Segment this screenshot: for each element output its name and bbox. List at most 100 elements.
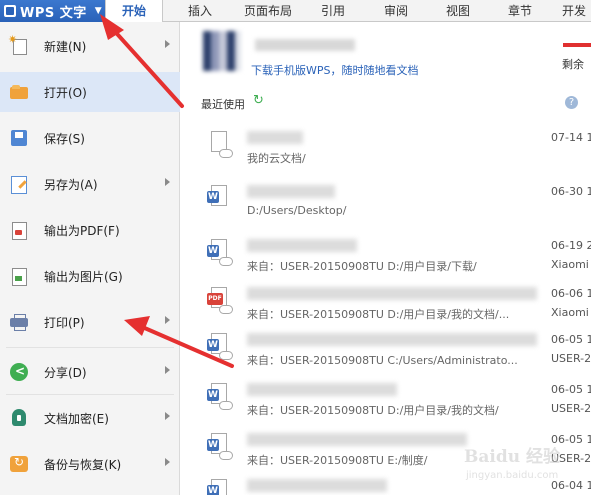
menu-item-export-pdf[interactable]: 输出为PDF(F) (0, 210, 180, 250)
file-source: USER-2 (551, 402, 591, 415)
tab-view[interactable]: 视图 (446, 0, 470, 22)
chevron-right-icon (165, 178, 170, 186)
file-name-blurred (247, 287, 537, 300)
file-name-blurred (247, 383, 397, 396)
word-document-icon: W (207, 479, 235, 495)
menu-item-label: 打开(O) (44, 85, 87, 100)
file-date: 06-05 1 (551, 383, 591, 396)
file-path: D:/Users/Desktop/ (247, 204, 347, 217)
file-path: 我的云文档/ (247, 152, 306, 165)
recent-file-row[interactable]: W 来自：USER-20150908TU D:/用户目录/下载/ 06-19 2… (181, 231, 591, 277)
save-icon (10, 129, 28, 147)
recent-file-row[interactable]: 我的云文档/ 07-14 1 (181, 123, 591, 169)
file-path: 来自：USER-20150908TU D:/用户目录/我的文档/... (247, 308, 510, 321)
save-as-icon (10, 175, 28, 194)
pdf-document-icon: PDF (207, 287, 235, 317)
file-name-blurred (247, 185, 335, 198)
new-document-icon (8, 33, 28, 55)
tab-home[interactable]: 开始 (105, 0, 163, 22)
menu-item-label: 分享(D) (44, 365, 87, 380)
app-menu-button[interactable]: WPS 文字 ▼ (0, 0, 105, 22)
refresh-icon[interactable]: ↻ (253, 94, 266, 107)
recent-files-panel: 下载手机版WPS，随时随地看文档 剩余 最近使用 ↻ ? 我的云文档/ 07-1… (181, 23, 591, 495)
chevron-right-icon (165, 412, 170, 420)
export-pdf-icon (10, 221, 28, 240)
backup-icon (10, 455, 28, 473)
recent-file-row[interactable]: PDF 来自：USER-20150908TU D:/用户目录/我的文档/... … (181, 279, 591, 325)
baidu-jingyan-watermark: Baidu 经验 jingyan.baidu.com (458, 436, 586, 492)
file-name-blurred (247, 239, 357, 252)
menu-item-save[interactable]: 保存(S) (0, 118, 180, 158)
watermark-text: Baidu 经验 (464, 447, 561, 467)
recent-file-row[interactable]: W 来自：USER-20150908TU D:/用户目录/我的文档/ 06-05… (181, 375, 591, 421)
file-menu: 新建(N) 打开(O) 保存(S) 另存为(A) 输出为PDF(F) 输出为图片… (0, 22, 180, 495)
recent-file-row[interactable]: W 来自：USER-20150908TU C:/Users/Administra… (181, 325, 591, 371)
recent-section-title: 最近使用 (201, 98, 245, 111)
file-source: Xiaomi (551, 258, 589, 271)
menu-item-label: 新建(N) (44, 39, 87, 54)
menu-item-label: 文档加密(E) (44, 411, 109, 426)
word-cloud-document-icon: W (207, 239, 235, 269)
chevron-right-icon (165, 366, 170, 374)
file-date: 06-05 1 (551, 333, 591, 346)
watermark-url: jingyan.baidu.com (466, 470, 559, 481)
menu-item-backup[interactable]: 备份与恢复(K) (0, 444, 180, 484)
chevron-right-icon (165, 40, 170, 48)
menu-item-label: 保存(S) (44, 131, 85, 146)
chevron-right-icon (165, 458, 170, 466)
file-name-blurred (247, 333, 537, 346)
tab-insert[interactable]: 插入 (188, 0, 212, 22)
file-path: 来自：USER-20150908TU D:/用户目录/我的文档/ (247, 404, 499, 417)
tab-references[interactable]: 引用 (321, 0, 345, 22)
menu-item-label: 另存为(A) (44, 177, 98, 192)
word-cloud-document-icon: W (207, 383, 235, 413)
menu-divider (6, 347, 174, 348)
file-date: 06-06 1 (551, 287, 591, 300)
file-date: 07-14 1 (551, 131, 591, 144)
file-path: 来自：USER-20150908TU C:/Users/Administrato… (247, 354, 518, 367)
file-path: 来自：USER-20150908TU E:/制度/ (247, 454, 428, 467)
file-source: Xiaomi (551, 306, 589, 319)
menu-item-label: 输出为PDF(F) (44, 223, 120, 238)
share-icon (10, 363, 28, 381)
export-image-icon (10, 267, 28, 286)
menu-item-save-as[interactable]: 另存为(A) (0, 164, 180, 204)
user-avatar (203, 31, 241, 71)
word-cloud-document-icon: W (207, 433, 235, 463)
menu-item-open[interactable]: 打开(O) (0, 72, 180, 112)
word-cloud-document-icon: W (207, 333, 235, 363)
tab-chapter[interactable]: 章节 (508, 0, 532, 22)
file-name-blurred (247, 131, 303, 144)
word-document-icon: W (207, 185, 235, 215)
menu-item-share[interactable]: 分享(D) (0, 352, 180, 392)
menu-item-new[interactable]: 新建(N) (0, 26, 180, 66)
menu-item-label: 备份与恢复(K) (44, 457, 122, 472)
file-name-blurred (247, 433, 467, 446)
tab-developer[interactable]: 开发工 (562, 0, 591, 40)
folder-open-icon (10, 83, 28, 101)
title-bar: WPS 文字 ▼ 开始 插入 页面布局 引用 审阅 视图 章节 开发工 (0, 0, 591, 40)
file-name-blurred (247, 479, 387, 492)
printer-icon (10, 313, 28, 331)
tab-review[interactable]: 审阅 (384, 0, 408, 22)
menu-divider (6, 394, 174, 395)
recent-file-row[interactable]: W D:/Users/Desktop/ 06-30 1 (181, 177, 591, 223)
chevron-right-icon (165, 316, 170, 324)
menu-item-encrypt[interactable]: 文档加密(E) (0, 398, 180, 438)
cloud-document-icon (207, 131, 235, 161)
download-mobile-link[interactable]: 下载手机版WPS，随时随地看文档 (251, 62, 419, 78)
help-icon[interactable]: ? (565, 96, 578, 109)
file-path: 来自：USER-20150908TU D:/用户目录/下载/ (247, 260, 477, 273)
menu-item-export-image[interactable]: 输出为图片(G) (0, 256, 180, 296)
file-source: USER-2 (551, 352, 591, 365)
file-date: 06-30 1 (551, 185, 591, 198)
tab-page-layout[interactable]: 页面布局 (244, 0, 292, 22)
menu-item-print[interactable]: 打印(P) (0, 302, 180, 342)
storage-usage-bar (563, 43, 591, 47)
file-date: 06-19 2 (551, 239, 591, 252)
storage-remaining-label: 剩余 (562, 58, 584, 71)
caret-down-icon: ▼ (94, 6, 102, 16)
menu-item-label: 打印(P) (44, 315, 85, 330)
user-name-blurred (255, 39, 355, 51)
menu-item-label: 输出为图片(G) (44, 269, 123, 284)
